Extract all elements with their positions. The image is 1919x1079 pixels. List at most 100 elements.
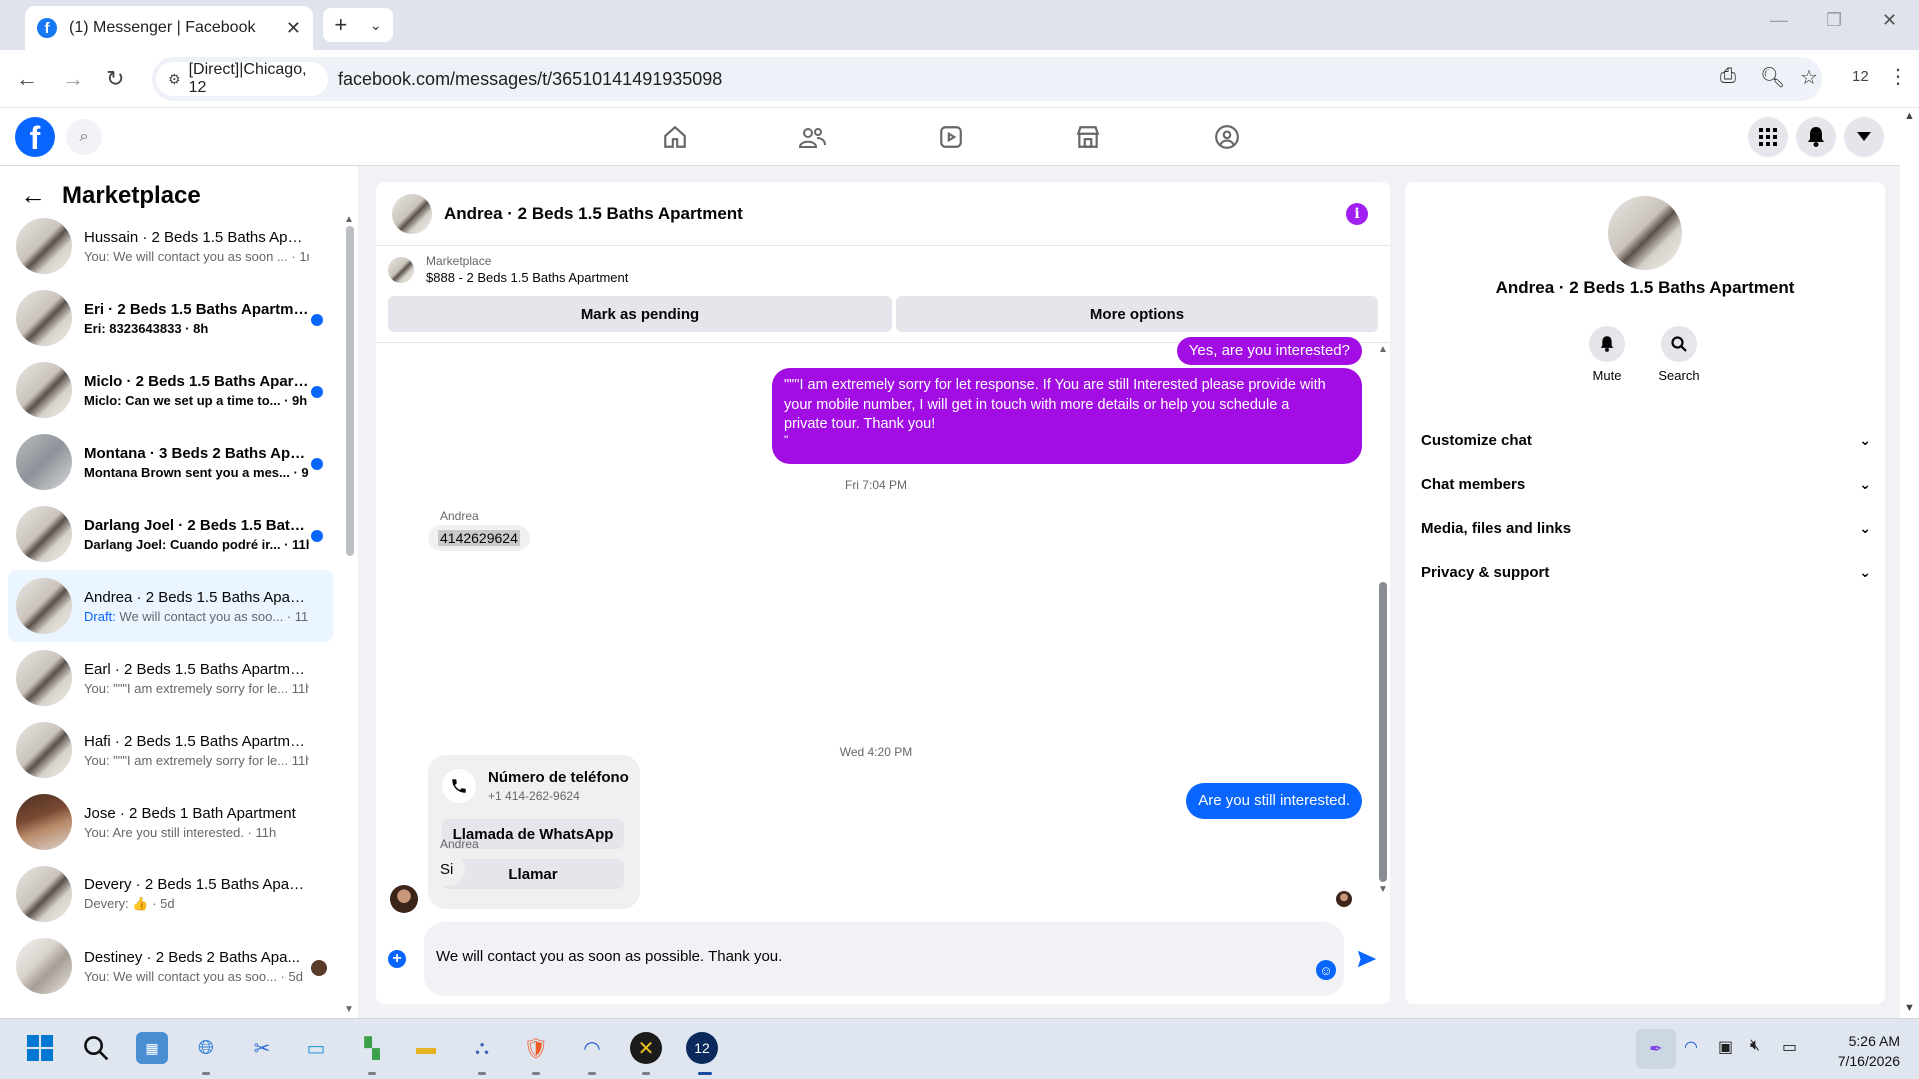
bell-icon [1589,326,1625,362]
browser-tab[interactable]: f (1) Messenger | Facebook ✕ [25,6,313,50]
minimize-icon[interactable]: — [1770,10,1788,31]
conversation-item[interactable]: Destiney · 2 Beds 2 Baths Apa... You: We … [8,930,333,1002]
apps-grid-icon[interactable]: ▚ [356,1032,388,1064]
scroll-down-icon[interactable]: ▼ [344,1004,354,1015]
facebook-search-icon[interactable]: ⌕ [66,119,102,155]
mute-action[interactable]: Mute [1577,326,1637,383]
message-input-text[interactable]: We will contact you as soon as possible.… [436,948,782,965]
ix-app-icon[interactable]: ✕ [630,1032,662,1064]
conversation-item[interactable]: Jose · 2 Beds 1 Bath Apartment You: Are y… [8,786,333,858]
media-files-section[interactable]: Media, files and links ⌄ [1421,510,1871,546]
extension-badge[interactable]: 12 [1852,68,1869,85]
scroll-down-icon[interactable]: ▼ [1378,884,1388,895]
window-close-icon[interactable]: ✕ [1882,10,1897,31]
snipping-tool-icon[interactable]: ✂ [246,1032,278,1064]
site-info-chip[interactable]: ⚙ [Direct]|Chicago, 12 [156,61,328,96]
install-app-icon[interactable]: ⎙ [1720,65,1736,88]
scroll-up-icon[interactable]: ▲ [344,214,354,225]
sidebar-scrollbar[interactable] [346,226,354,556]
facebook-logo-icon[interactable]: f [15,117,55,157]
vpn-tray-icon[interactable]: ◠ [1684,1037,1698,1057]
conversation-item[interactable]: Devery · 2 Beds 1.5 Baths Apart... Devery… [8,858,333,930]
page-scrollbar[interactable]: ▲ ▼ [1900,108,1919,1018]
friends-icon[interactable] [797,122,827,152]
network-app-icon[interactable]: ⛬ [466,1032,498,1064]
menu-grid-icon[interactable] [1748,117,1788,157]
conversation-item[interactable]: Hussain · 2 Beds 1.5 Baths Apart... You: … [8,210,333,282]
listing-row[interactable]: Marketplace $888 - 2 Beds 1.5 Baths Apar… [388,254,628,285]
emoji-icon[interactable]: ☺ [1316,960,1336,980]
notifications-bell-icon[interactable] [1796,117,1836,157]
phone-number-text[interactable]: 4142629624 [438,530,520,546]
scroll-up-icon[interactable]: ▲ [1378,344,1388,355]
account-chevron-icon[interactable] [1844,117,1884,157]
tab-search-chevron-icon[interactable]: ⌄ [370,17,382,34]
reload-icon[interactable]: ↻ [106,66,124,92]
details-avatar[interactable] [1608,196,1682,270]
conversation-item[interactable]: Hafi · 2 Beds 1.5 Baths Apartment You: ""… [8,714,333,786]
send-icon[interactable] [1356,948,1378,975]
proxy-app-icon[interactable]: 12 [686,1032,718,1064]
battery-icon[interactable]: ▭ [1782,1037,1797,1057]
back-arrow-icon[interactable]: ← [20,180,46,211]
remote-app-icon[interactable]: ▭ [300,1032,332,1064]
windows-start-icon[interactable] [24,1032,56,1064]
volume-muted-icon[interactable]: 🔇︎ [1750,1037,1760,1055]
running-indicator [642,1072,650,1075]
zoom-icon[interactable]: 🔍︎ [1760,65,1785,90]
new-tab-icon[interactable]: + [334,12,347,38]
url-text[interactable]: facebook.com/messages/t/3651014149193509… [338,69,722,90]
globe-app-icon[interactable]: 🌐︎ [190,1032,222,1064]
vpn-app-icon[interactable]: ◠ [576,1032,608,1064]
chat-scrollbar[interactable]: ▲ ▼ [1376,342,1390,902]
privacy-support-section[interactable]: Privacy & support ⌄ [1421,554,1871,590]
groups-icon[interactable] [1212,122,1242,152]
call-button[interactable]: Llamar [442,859,624,889]
pen-menu-icon[interactable]: ✒ [1636,1029,1676,1069]
seen-avatar [1336,891,1352,907]
address-bar[interactable]: ⚙ [Direct]|Chicago, 12 facebook.com/mess… [152,57,1822,101]
chat-members-section[interactable]: Chat members ⌄ [1421,466,1871,502]
proxy-app-badge: 12 [694,1040,710,1056]
back-icon[interactable]: ← [16,66,38,92]
browser-menu-icon[interactable]: ⋮ [1888,64,1908,89]
conversation-name: Hussain · 2 Beds 1.5 Baths Apart... [84,228,309,246]
video-icon[interactable] [936,122,966,152]
marketplace-icon[interactable] [1073,122,1103,152]
more-options-button[interactable]: More options [896,296,1378,332]
scroll-thumb[interactable] [1379,582,1387,882]
file-explorer-icon[interactable]: ▬ [410,1032,442,1064]
message-input[interactable]: We will contact you as soon as possible.… [424,922,1344,996]
system-clock[interactable]: 5:26 AM 7/16/2026 [1820,1031,1900,1071]
new-tab-group: + ⌄ [323,8,393,42]
conversation-item[interactable]: Earl · 2 Beds 1.5 Baths Apartment You: ""… [8,642,333,714]
windows-taskbar: ▦ 🌐︎ ✂ ▭ ▚ ▬ ⛬ 🛡︎ ◠ ✕ 12 ✒ ◠ ▣ 🔇︎ ▭ 5:26… [0,1018,1919,1079]
info-icon[interactable]: i [1346,203,1368,225]
brave-browser-icon[interactable]: 🛡︎ [520,1032,552,1064]
network-tray-icon[interactable]: ▣ [1718,1037,1733,1057]
close-tab-icon[interactable]: ✕ [286,18,301,39]
add-attachment-icon[interactable]: + [388,950,406,968]
forward-icon[interactable]: → [62,66,84,92]
conversation-item-active[interactable]: Andrea · 2 Beds 1.5 Baths Apart... Draft:… [8,570,333,642]
search-action[interactable]: Search [1649,326,1709,383]
restore-icon[interactable]: ❐ [1826,10,1842,31]
home-icon[interactable] [660,122,690,152]
conversation-item[interactable]: Darlang Joel · 2 Beds 1.5 Bath... Darlang… [8,498,333,570]
widgets-icon[interactable]: ▦ [136,1032,168,1064]
chat-title[interactable]: Andrea · 2 Beds 1.5 Baths Apartment [444,204,743,224]
seen-avatar [311,960,327,976]
conversation-item[interactable]: Montana · 3 Beds 2 Baths Apa... Montana B… [8,426,333,498]
conversation-item[interactable]: Miclo · 2 Beds 1.5 Baths Apart... Miclo: … [8,354,333,426]
customize-chat-section[interactable]: Customize chat ⌄ [1421,422,1871,458]
clock-date: 7/16/2026 [1837,1053,1900,1069]
chat-avatar[interactable] [392,193,432,234]
bookmark-star-icon[interactable]: ☆ [1800,65,1818,90]
section-label: Privacy & support [1421,563,1550,581]
scroll-down-icon[interactable]: ▼ [1904,1002,1915,1014]
mark-pending-button[interactable]: Mark as pending [388,296,892,332]
scroll-up-icon[interactable]: ▲ [1904,110,1915,122]
message-line: """I am extremely sorry for let response… [784,377,1326,393]
search-icon[interactable] [80,1032,112,1064]
conversation-item[interactable]: Eri · 2 Beds 1.5 Baths Apartment Eri: 832… [8,282,333,354]
